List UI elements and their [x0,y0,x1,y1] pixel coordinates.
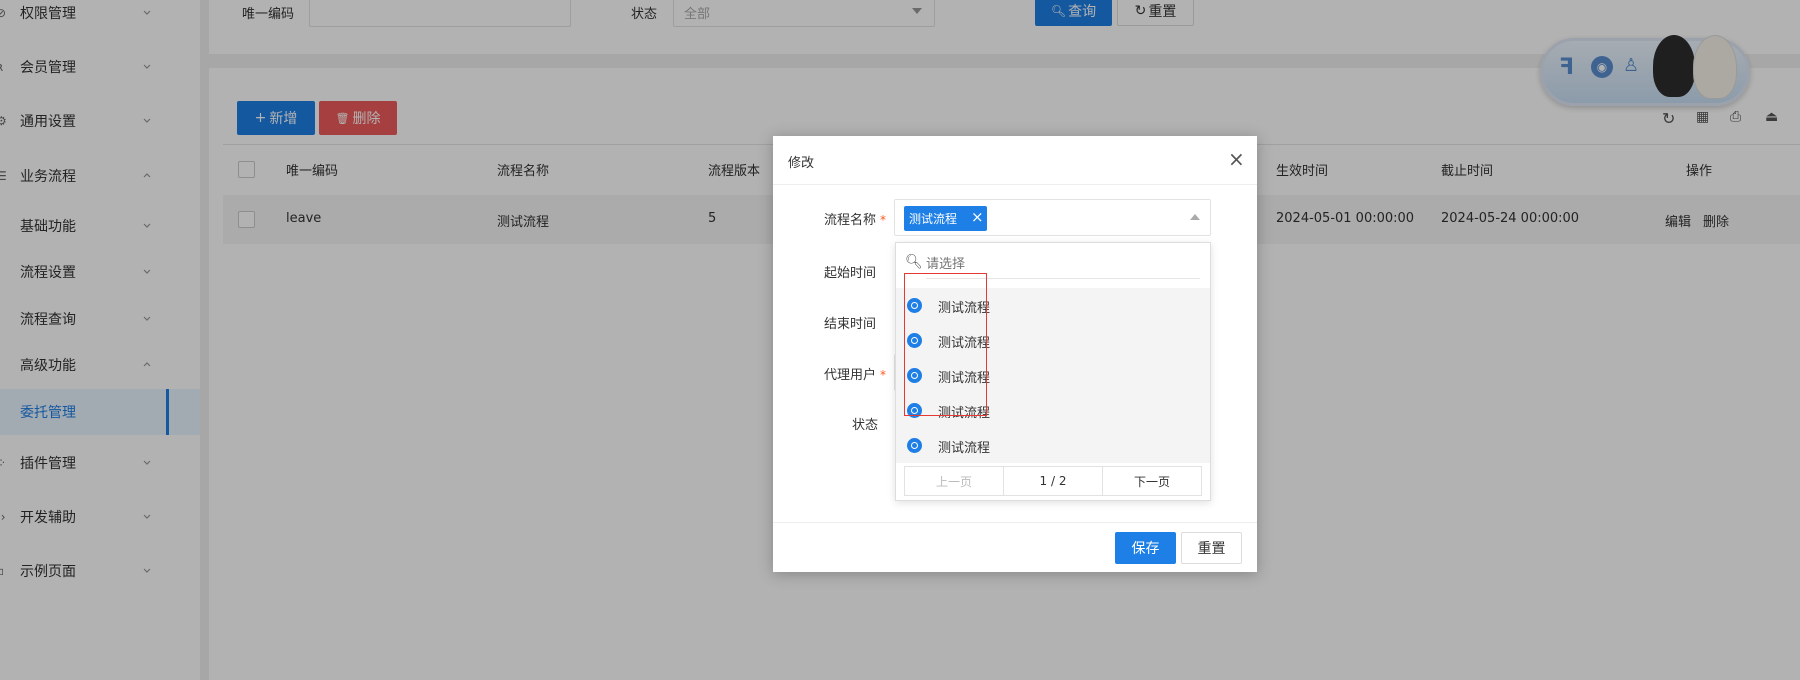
selected-tag: 测试流程 × [904,206,987,231]
save-button[interactable]: 保存 [1115,532,1176,564]
reset-button[interactable]: 重置 [1181,532,1242,564]
modal-footer-divider [773,522,1257,523]
start-time-label: 起始时间 [824,266,877,281]
search-icon: 🔍︎ [905,254,923,270]
page-indicator: 1 / 2 [1003,466,1103,496]
next-page-button[interactable]: 下一页 [1102,466,1202,496]
dropdown-option[interactable]: 测试流程 [896,428,1210,463]
agent-user-label: 代理用户 * [824,368,887,383]
flow-name-select[interactable]: 测试流程 × [894,199,1211,236]
close-icon[interactable]: × [1228,147,1245,171]
prev-page-button[interactable]: 上一页 [904,466,1004,496]
highlight-box [904,273,987,416]
flow-name-dropdown: 🔍︎ 测试流程 测试流程 测试流程 测试流程 测试流程 [895,242,1211,501]
tag-remove-icon[interactable]: × [971,208,984,226]
radio-checked-icon [907,438,922,453]
status-field-label: 状态 [852,418,879,433]
modal-header: 修改 × [773,136,1257,185]
caret-up-icon [1190,214,1200,220]
modal-title: 修改 [788,156,815,171]
end-time-label: 结束时间 [824,317,877,332]
flow-name-label: 流程名称 * [824,213,887,228]
